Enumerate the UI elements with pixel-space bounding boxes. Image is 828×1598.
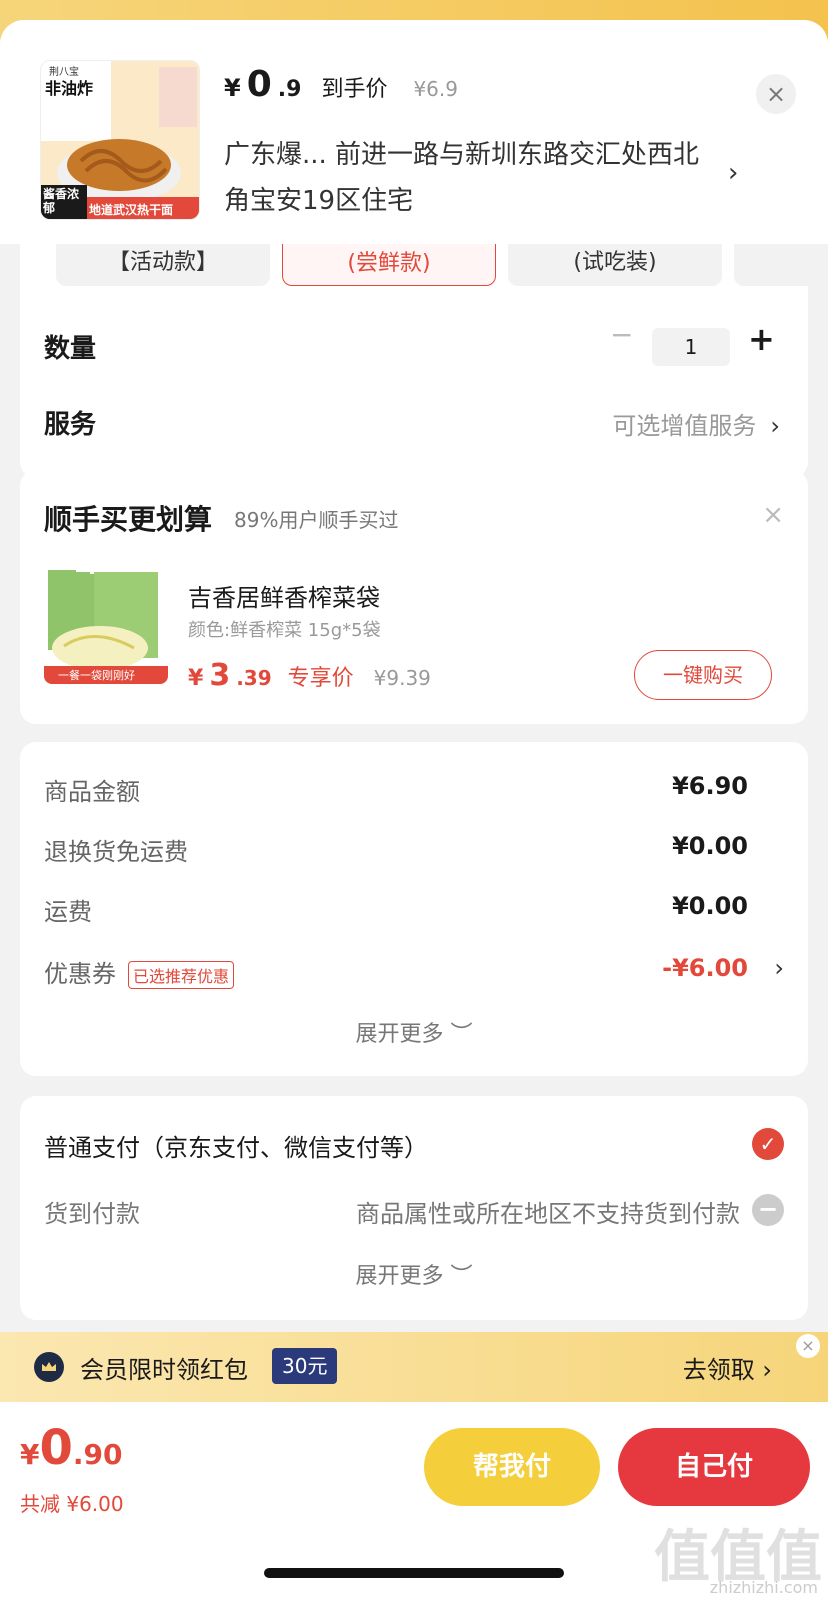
payment-cod-note: 商品属性或所在地区不支持货到付款	[356, 1200, 740, 1228]
addon-product-spec: 颜色:鲜香榨菜 15g*5袋	[188, 620, 381, 641]
original-price: ¥6.9	[413, 77, 458, 101]
quantity-label: 数量	[44, 334, 97, 364]
price-label: 专享价	[287, 666, 354, 691]
addon-card: 顺手买更划算 89%用户顺手买过 × 一餐一袋刚刚好 吉香居鲜香榨菜袋 颜色:鲜…	[20, 470, 808, 724]
price-integer: 0	[246, 64, 272, 105]
addon-subtitle: 89%用户顺手买过	[234, 508, 399, 532]
chevron-right-icon: ›	[770, 412, 780, 440]
amount-label: 商品金额	[44, 778, 140, 806]
coupon-label: 优惠券	[44, 960, 116, 988]
banner-claim-link[interactable]: 去领取 ›	[683, 1350, 772, 1385]
addon-product-name[interactable]: 吉香居鲜香榨菜袋	[188, 578, 380, 613]
price-decimal: .90	[72, 1438, 123, 1471]
thumb-side-text: 酱香浓郁	[43, 187, 80, 215]
close-button[interactable]: ×	[756, 74, 796, 114]
check-icon[interactable]: ✓	[752, 1128, 784, 1160]
price-currency: ¥	[20, 1438, 40, 1471]
banner-amount-badge: 30元	[272, 1348, 338, 1384]
total-price: ¥ 0 .90	[20, 1420, 123, 1476]
checkout-footer: ¥ 0 .90 共减 ¥6.00 帮我付 自己付 值值值 zhizhizhi.c…	[0, 1402, 828, 1598]
price-decimal: .39	[236, 666, 272, 690]
coupon-value: -¥6.00	[662, 954, 748, 982]
close-icon[interactable]: ×	[796, 1334, 820, 1358]
total-savings: 共减 ¥6.00	[20, 1492, 124, 1516]
amount-value: ¥6.90	[672, 772, 748, 800]
amount-value: ¥0.00	[672, 892, 748, 920]
quantity-decrease-button[interactable]: −	[610, 318, 633, 351]
price-label: 到手价	[321, 77, 388, 102]
price-integer: 0	[39, 1420, 73, 1476]
pay-myself-button[interactable]: 自己付	[618, 1428, 810, 1506]
product-thumbnail: 荆八宝 非油炸 酱香浓郁 地道武汉热干面	[40, 60, 200, 220]
thumb-caption: 地道武汉热干面	[89, 203, 174, 217]
home-indicator[interactable]	[264, 1568, 564, 1578]
quantity-input[interactable]: 1	[652, 328, 730, 366]
member-redpacket-banner[interactable]: 会员限时领红包 30元 去领取 › ×	[0, 1332, 828, 1402]
price-currency: ¥	[224, 74, 241, 102]
expand-more-button[interactable]: 展开更多 ︶	[20, 1258, 808, 1290]
banner-text: 会员限时领红包	[80, 1356, 248, 1384]
crown-icon	[34, 1352, 64, 1382]
chevron-right-icon: ›	[774, 954, 784, 982]
addon-image-caption: 一餐一袋刚刚好	[58, 669, 135, 682]
thumb-title: 非油炸	[45, 79, 94, 98]
payment-card: 普通支付（京东支付、微信支付等） ✓ 货到付款 商品属性或所在地区不支持货到付款…	[20, 1096, 808, 1320]
addon-title: 顺手买更划算	[44, 503, 213, 536]
disabled-icon: −	[752, 1194, 784, 1226]
amount-card: 商品金额 ¥6.90 退换货免运费 ¥0.00 运费 ¥0.00 优惠券 已选推荐…	[20, 742, 808, 1076]
payment-normal-option[interactable]: 普通支付（京东支付、微信支付等）	[44, 1128, 428, 1163]
delivery-address[interactable]: 广东爆... 前进一路与新圳东路交汇处西北角宝安19区住宅	[224, 132, 704, 224]
help-me-pay-button[interactable]: 帮我付	[424, 1428, 600, 1506]
chevron-right-icon[interactable]: ›	[728, 158, 738, 188]
expand-more-button[interactable]: 展开更多 ︶	[20, 1016, 808, 1048]
order-sheet: 荆八宝 非油炸 酱香浓郁 地道武汉热干面 ¥ 0 .9 到手价 ¥6.9 广东爆…	[0, 20, 828, 1598]
payment-cod-label: 货到付款	[44, 1200, 140, 1228]
amount-row: 商品金额 ¥6.90	[44, 772, 784, 807]
one-click-buy-button[interactable]: 一键购买	[634, 650, 772, 700]
price-decimal: .9	[277, 77, 302, 102]
quantity-increase-button[interactable]: +	[748, 320, 775, 358]
product-header: 荆八宝 非油炸 酱香浓郁 地道武汉热干面 ¥ 0 .9 到手价 ¥6.9 广东爆…	[0, 20, 828, 244]
service-value: 可选增值服务	[612, 412, 757, 440]
service-label: 服务	[44, 410, 97, 440]
amount-label: 退换货免运费	[44, 838, 188, 866]
price-integer: 3	[209, 658, 231, 693]
coupon-row[interactable]: 优惠券 已选推荐优惠 -¥6.00 ›	[44, 954, 784, 989]
product-price: ¥ 0 .9 到手价 ¥6.9	[224, 64, 458, 105]
watermark-site: zhizhizhi.com	[709, 1578, 818, 1597]
close-icon[interactable]: ×	[762, 500, 784, 530]
addon-product-image[interactable]: 一餐一袋刚刚好	[44, 566, 168, 684]
amount-value: ¥0.00	[672, 832, 748, 860]
price-currency: ¥	[188, 666, 204, 691]
service-selector[interactable]: 可选增值服务 ›	[612, 406, 780, 441]
amount-row: 运费 ¥0.00	[44, 892, 784, 927]
coupon-badge: 已选推荐优惠	[128, 961, 235, 989]
amount-label: 运费	[44, 898, 92, 926]
amount-row: 退换货免运费 ¥0.00	[44, 832, 784, 867]
addon-price: ¥ 3 .39 专享价 ¥9.39	[188, 658, 431, 693]
original-price: ¥9.39	[373, 666, 431, 690]
